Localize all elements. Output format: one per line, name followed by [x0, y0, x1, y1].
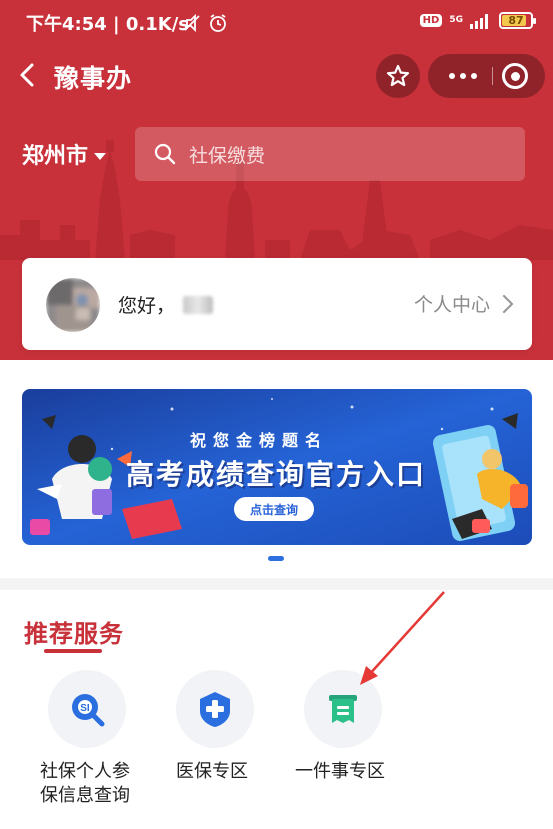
personal-center-link[interactable]: 个人中心 — [414, 290, 514, 317]
hd-badge: HD — [419, 14, 443, 27]
search-input[interactable]: 社保缴费 — [135, 127, 525, 181]
greeting: 您好， — [118, 291, 214, 318]
back-button[interactable] — [14, 60, 42, 90]
capsule-divider — [492, 67, 493, 85]
service-social-security-query[interactable]: SI 社保个人参 保信息查询 — [24, 670, 144, 808]
more-dot-icon — [460, 73, 466, 79]
search-icon — [154, 143, 176, 165]
recommended-services: 推荐服务 SI 社保个人参 保信息查询 医保专区 一件事专区 — [0, 590, 553, 829]
social-security-icon: SI — [72, 694, 105, 727]
banner-query-button[interactable]: 点击查询 — [234, 497, 314, 521]
status-right-icons: HD 5G 87 — [419, 12, 536, 29]
service-label: 社保个人参 保信息查询 — [40, 761, 130, 806]
search-placeholder: 社保缴费 — [189, 144, 266, 167]
battery-level: 87 — [508, 14, 524, 27]
network-type: 5G — [449, 15, 463, 25]
carousel-indicator[interactable] — [268, 556, 284, 561]
avatar — [46, 278, 100, 332]
chevron-right-icon — [502, 294, 514, 313]
status-left-icons — [182, 13, 228, 33]
greeting-text: 您好， — [118, 295, 176, 317]
medical-insurance-icon — [200, 692, 230, 727]
user-card[interactable]: 您好， 个人中心 — [22, 258, 532, 350]
favorite-button[interactable] — [376, 54, 420, 98]
mute-icon — [184, 13, 200, 33]
service-icon-bg: SI — [48, 670, 126, 748]
personal-center-label: 个人中心 — [413, 294, 490, 316]
more-dot-icon — [449, 73, 455, 79]
banner-title: 高考成绩查询官方入口 — [126, 458, 427, 491]
section-title-underline — [44, 649, 102, 653]
signal-bars-icon — [470, 13, 488, 29]
blurred-avatar-image — [46, 278, 100, 332]
banner-subtitle: 祝您金榜题名 — [190, 431, 329, 450]
blurred-username — [183, 295, 214, 314]
service-icon-bg — [176, 670, 254, 748]
mini-program-capsule — [428, 54, 545, 98]
status-time-speed: 下午4:54 | 0.1K/s — [26, 14, 190, 35]
service-label: 医保专区 — [176, 761, 248, 782]
star-icon — [386, 64, 410, 87]
promo-banner[interactable]: 祝您金榜题名 高考成绩查询官方入口 点击查询 — [22, 389, 532, 545]
city-selector[interactable]: 郑州市 — [22, 138, 107, 170]
status-bar: 下午4:54 | 0.1K/s HD 5G 87 — [0, 0, 553, 46]
annotation-arrow-icon — [360, 591, 445, 685]
battery-icon: 87 — [499, 12, 536, 29]
city-label: 郑州市 — [22, 144, 89, 169]
nav-bar: 豫事办 — [0, 52, 553, 100]
search-row: 郑州市 社保缴费 — [0, 126, 553, 182]
close-mini-program-button[interactable] — [502, 63, 528, 89]
service-label: 一件事专区 — [295, 761, 385, 782]
alarm-clock-icon — [210, 14, 226, 32]
chevron-left-icon — [20, 63, 34, 87]
section-title: 推荐服务 — [24, 620, 124, 648]
more-button[interactable] — [440, 54, 486, 98]
service-medical-insurance[interactable]: 医保专区 — [152, 670, 272, 784]
svg-text:SI: SI — [80, 703, 90, 714]
more-dot-icon — [471, 73, 477, 79]
page-title: 豫事办 — [54, 64, 133, 93]
one-thing-icon — [329, 695, 357, 723]
target-dot-icon — [510, 71, 520, 81]
caret-down-icon — [94, 152, 107, 160]
